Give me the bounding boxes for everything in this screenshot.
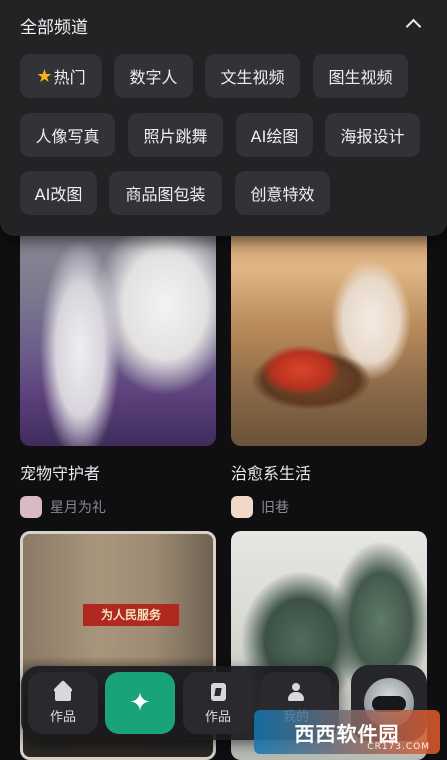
user-icon [286,682,306,702]
chip-label: 热门 [53,68,86,87]
channel-chip-digital-human[interactable]: 数字人 [114,54,193,98]
sparkle-icon: ✦ [129,688,151,718]
channel-chip-portrait[interactable]: 人像写真 [20,113,115,157]
author-name: 星月为礼 [50,500,106,516]
work-author[interactable]: 星月为礼 [20,496,216,518]
channel-chip-creative-effects[interactable]: 创意特效 [235,171,330,215]
nav-item-create[interactable]: ✦ [105,672,175,734]
channel-chip-product-packaging[interactable]: 商品图包装 [109,171,222,215]
work-card[interactable]: 宠物守护者 星月为礼 [20,210,216,518]
channel-chip-poster-design[interactable]: 海报设计 [325,113,420,157]
watermark-sub: CR173.COM [367,742,430,752]
nav-item-works[interactable]: 作品 [28,672,98,734]
chip-label: 海报设计 [340,127,405,146]
work-title: 宠物守护者 [20,464,101,483]
thumbnail-sign: 为人民服务 [83,604,179,626]
chip-label: AI绘图 [250,127,299,146]
work-author[interactable]: 旧巷 [231,496,427,518]
chip-label: 人像写真 [35,127,100,146]
channel-chip-photo-dance[interactable]: 照片跳舞 [128,113,223,157]
chip-label: 商品图包装 [125,185,206,204]
channels-panel: 全部频道 ★ 热门 数字人 文生视频 图生视频 人像写真 照片跳舞 AI绘图 海… [0,0,447,236]
panel-title: 全部频道 [20,18,88,38]
channel-chip-ai-edit[interactable]: AI改图 [20,171,97,215]
chip-label: AI改图 [34,185,83,204]
work-thumbnail[interactable] [20,210,216,446]
chip-label: 图生视频 [328,68,393,87]
works-icon [208,682,228,702]
avatar [20,496,42,518]
home-icon [53,682,73,702]
chip-label: 照片跳舞 [143,127,208,146]
work-thumbnail[interactable] [231,210,427,446]
chip-label: 创意特效 [250,185,315,204]
work-title: 治愈系生活 [231,464,312,483]
chevron-up-icon[interactable] [403,14,423,34]
avatar [231,496,253,518]
channel-chip-image-to-video[interactable]: 图生视频 [313,54,408,98]
work-card[interactable]: 治愈系生活 旧巷 [231,210,427,518]
author-name: 旧巷 [261,500,289,516]
nav-item-my-works[interactable]: 作品 [183,672,253,734]
channel-chip-text-to-video[interactable]: 文生视频 [205,54,300,98]
nav-label: 作品 [204,709,231,725]
chip-label: 文生视频 [220,68,285,87]
channel-chip-ai-drawing[interactable]: AI绘图 [236,113,313,157]
nav-label: 作品 [49,709,76,725]
watermark: 西西软件园 CR173.COM [254,710,440,754]
channel-chip-hot[interactable]: ★ 热门 [20,54,102,98]
star-icon: ★ [36,65,53,87]
chip-label: 数字人 [129,68,178,87]
